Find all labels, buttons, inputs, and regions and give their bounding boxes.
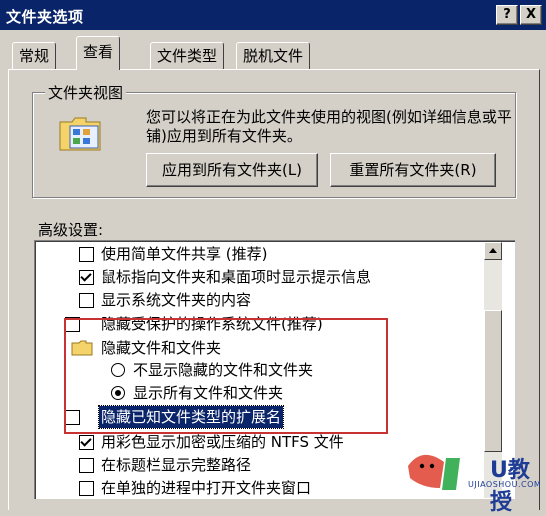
- help-button[interactable]: ?: [496, 5, 518, 25]
- list-item-label: 在标题栏显示完整路径: [101, 456, 252, 474]
- arrow-up-icon: [489, 248, 497, 253]
- checkbox-separate-process[interactable]: [79, 481, 94, 496]
- checkbox-hide-extensions[interactable]: [65, 410, 80, 425]
- scroll-up-button[interactable]: [484, 242, 502, 260]
- checkbox-hide-protected-files[interactable]: [65, 317, 80, 332]
- tab-strip: 常规 查看 文件类型 脱机文件: [0, 36, 546, 70]
- list-item-label: 在单独的进程中打开文件夹窗口: [101, 479, 312, 497]
- reset-all-folders-button[interactable]: 重置所有文件夹(R): [330, 153, 496, 187]
- checkbox-show-system-folder[interactable]: [79, 293, 94, 308]
- close-button[interactable]: X: [520, 5, 542, 25]
- folder-view-title: 文件夹视图: [45, 82, 127, 103]
- tab-general[interactable]: 常规: [12, 42, 57, 69]
- list-item-label: 用彩色显示加密或压缩的 NTFS 文件: [101, 433, 344, 451]
- tab-file-types[interactable]: 文件类型: [150, 42, 225, 69]
- radio-hide-hidden-files[interactable]: [111, 363, 125, 377]
- list-item-label: 使用简单文件共享 (推荐): [101, 245, 268, 263]
- tab-offline-files[interactable]: 脱机文件: [236, 42, 311, 69]
- checkbox-show-tooltips[interactable]: [79, 270, 94, 285]
- apply-to-all-folders-button[interactable]: 应用到所有文件夹(L): [146, 153, 318, 187]
- checkbox-show-full-path[interactable]: [79, 458, 94, 473]
- checkbox-color-encrypted[interactable]: [79, 435, 94, 450]
- radio-show-hidden-files[interactable]: [111, 386, 125, 400]
- list-item-label: 鼠标指向文件夹和桌面项时显示提示信息: [101, 268, 372, 286]
- checkbox-simple-sharing[interactable]: [79, 247, 94, 262]
- list-item-label: 显示系统文件夹的内容: [101, 291, 252, 309]
- watermark-site: UJIAOSHOU.COM: [468, 480, 542, 489]
- list-item-label: 不显示隐藏的文件和文件夹: [133, 361, 314, 379]
- list-item-label: 隐藏受保护的操作系统文件(推荐): [101, 315, 323, 333]
- advanced-settings-label: 高级设置:: [38, 221, 104, 239]
- list-item-label: 显示所有文件和文件夹: [133, 384, 284, 402]
- tab-view[interactable]: 查看: [76, 36, 121, 70]
- title-bar: 文件夹选项 ? X: [0, 0, 546, 30]
- list-item-label: 隐藏文件和文件夹: [101, 339, 222, 357]
- window-title: 文件夹选项: [6, 8, 84, 26]
- folder-icon: [71, 340, 93, 356]
- folder-view-icon: [59, 117, 101, 151]
- list-item-label-selected: 隐藏已知文件类型的扩展名: [97, 405, 285, 429]
- folder-view-description: 您可以将正在为此文件夹使用的视图(例如详细信息或平铺)应用到所有文件夹。: [146, 108, 512, 145]
